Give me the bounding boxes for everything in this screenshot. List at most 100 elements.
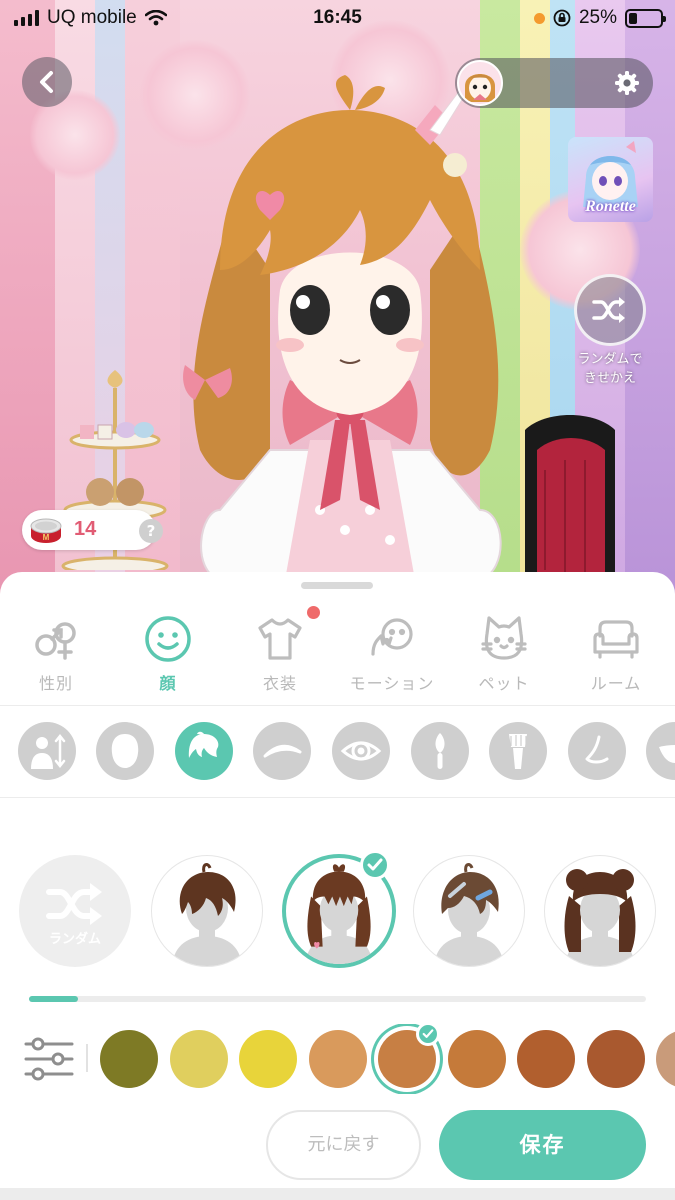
subcat-eyebrow[interactable]: [253, 722, 311, 780]
settings-button[interactable]: [613, 69, 641, 97]
tab-room-label: ルーム: [590, 674, 642, 693]
hair-color-swatch[interactable]: [169, 1030, 228, 1088]
hair-color-swatch[interactable]: [586, 1030, 645, 1088]
hair-color-swatch[interactable]: [239, 1030, 297, 1088]
action-footer: 元に戻す 保存: [0, 1108, 675, 1184]
nose-icon: [585, 735, 609, 764]
user-avatar-icon: [459, 62, 501, 104]
chevron-left-icon: [40, 71, 53, 93]
tab-gender-label: 性別: [38, 674, 73, 693]
hairstyle-option-1[interactable]: [151, 855, 263, 967]
hair-color-row: [0, 1024, 675, 1094]
battery-icon: [625, 8, 666, 28]
shirt-icon: [258, 618, 302, 660]
hairstyle-option-4[interactable]: [544, 855, 656, 967]
subcat-mouth[interactable]: [646, 722, 675, 780]
save-button[interactable]: 保存: [439, 1110, 646, 1180]
back-button[interactable]: [22, 57, 72, 107]
face-shape-icon: [111, 734, 139, 768]
hair-color-swatch[interactable]: [100, 1030, 158, 1088]
selected-check-badge: [360, 850, 390, 880]
sofa-icon: [593, 620, 639, 659]
tab-face[interactable]: 顔: [112, 612, 224, 702]
customize-sheet: 性別 顔 衣装 モーション ペット ルーム ランダム 元に戻す 保存: [0, 572, 675, 1200]
tab-gender[interactable]: 性別: [0, 612, 112, 702]
hair-color-swatch[interactable]: [308, 1030, 367, 1088]
motion-icon: [371, 618, 413, 656]
currency-count: 14: [74, 518, 97, 540]
tab-costume-badge: [307, 606, 320, 619]
divider: [0, 705, 675, 706]
body-height-icon: [31, 733, 66, 769]
selected-color-check-badge: [416, 1024, 440, 1046]
home-indicator-bar: [0, 1188, 675, 1200]
tab-costume[interactable]: 衣装: [224, 606, 336, 702]
hair-color-swatch[interactable]: [447, 1030, 506, 1088]
tab-pet-label: ペット: [478, 674, 530, 693]
mouth-icon: [659, 745, 675, 763]
random-hairstyle-button[interactable]: ランダム: [19, 855, 131, 967]
gear-icon: [615, 71, 639, 95]
tab-room[interactable]: ルーム: [560, 612, 672, 702]
check-icon: [367, 858, 383, 871]
gender-icon: [35, 622, 76, 660]
divider: [86, 1044, 88, 1072]
sliders-icon: [24, 1037, 74, 1081]
hairstyle-option-3[interactable]: [413, 855, 525, 967]
subcat-face-shape[interactable]: [96, 722, 154, 780]
tab-pet[interactable]: ペット: [448, 612, 560, 702]
hair-color-swatch[interactable]: [517, 1030, 575, 1088]
svg-text:M: M: [43, 533, 50, 542]
face-icon: [145, 616, 191, 662]
help-icon[interactable]: ?: [139, 519, 163, 543]
avatar-editor-screen: UQ mobile 16:45 25% Ronette ランダムで きせかえ M…: [0, 0, 675, 1200]
subcat-cheek-brush[interactable]: [489, 722, 547, 780]
category-tabs: 性別 顔 衣装 モーション ペット ルーム: [0, 606, 675, 702]
subcat-nose[interactable]: [568, 722, 626, 780]
cat-food-can-icon: M: [30, 518, 62, 543]
subcategory-row: [0, 722, 675, 788]
tab-motion[interactable]: モーション: [336, 612, 448, 702]
subcat-hair[interactable]: [175, 722, 233, 780]
random-label: ランダム: [48, 932, 101, 947]
eye-icon: [340, 741, 382, 761]
battery-percent: 25%: [578, 7, 617, 28]
currency-counter[interactable]: M 14 ?: [22, 510, 163, 550]
sheet-grabber[interactable]: [301, 582, 373, 589]
featured-avatar-name: Ronette: [585, 198, 636, 215]
brush-icon: [435, 733, 445, 769]
avatar-preview-scene: UQ mobile 16:45 25% Ronette ランダムで きせかえ M…: [0, 0, 675, 600]
user-profile-pill[interactable]: [455, 58, 653, 108]
tab-face-label: 顔: [159, 674, 177, 693]
revert-button[interactable]: 元に戻す: [266, 1110, 421, 1180]
makeup-brush-icon: [509, 734, 527, 769]
privacy-indicator-icon: [533, 12, 545, 24]
subcat-eye[interactable]: [332, 722, 390, 780]
scroll-indicator-thumb[interactable]: [29, 996, 79, 1002]
rotation-lock-icon: [553, 9, 571, 27]
hairstyle-scroll-indicator[interactable]: [29, 996, 646, 1002]
random-dress-up-label: ランダムで きせかえ: [577, 352, 643, 386]
avatar[interactable]: [457, 60, 503, 106]
tab-motion-label: モーション: [349, 674, 435, 693]
hair-color-swatch[interactable]: [656, 1030, 675, 1088]
avatar-character[interactable]: [160, 70, 540, 580]
tab-costume-label: 衣装: [262, 674, 297, 693]
subcat-body-height[interactable]: [18, 722, 76, 780]
color-adjust-button[interactable]: [22, 1032, 76, 1086]
shuffle-icon: [46, 883, 102, 925]
check-icon: [422, 1029, 434, 1038]
hair-icon: [188, 731, 219, 758]
eyebrow-icon: [263, 744, 302, 758]
hair-tousled-icon: [172, 863, 242, 966]
divider: [0, 797, 675, 798]
status-bar: UQ mobile 16:45 25%: [0, 0, 675, 38]
hair-clips-icon: [434, 863, 504, 966]
shuffle-icon: [592, 297, 625, 323]
subcat-makeup-brush[interactable]: [411, 722, 469, 780]
cat-icon: [481, 616, 527, 660]
hairstyle-list: ランダム: [0, 850, 675, 970]
random-dress-up-button[interactable]: [574, 274, 646, 346]
hair-buns-icon: [564, 869, 636, 966]
featured-avatar-card[interactable]: Ronette: [568, 137, 653, 222]
